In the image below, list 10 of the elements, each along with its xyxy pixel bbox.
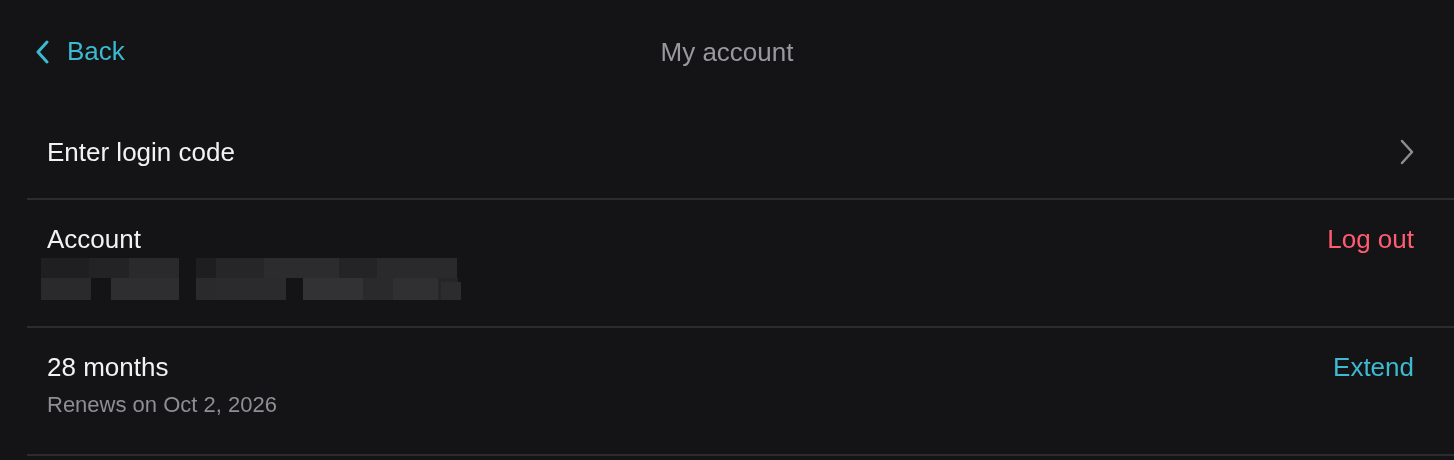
row-label: Account — [47, 223, 142, 256]
login-code-row[interactable]: Enter login code — [27, 105, 1454, 200]
back-button[interactable]: Back — [35, 36, 125, 67]
action-link[interactable]: Extend — [1333, 350, 1414, 384]
action-link[interactable]: Log out — [1327, 222, 1414, 256]
chevron-left-icon — [35, 39, 49, 64]
chevron-right-icon — [1400, 138, 1414, 165]
row-label: 28 months — [47, 351, 170, 384]
renewal-date: Renews on Oct 2, 2026 — [47, 392, 277, 418]
screen-title: My account — [660, 37, 794, 68]
